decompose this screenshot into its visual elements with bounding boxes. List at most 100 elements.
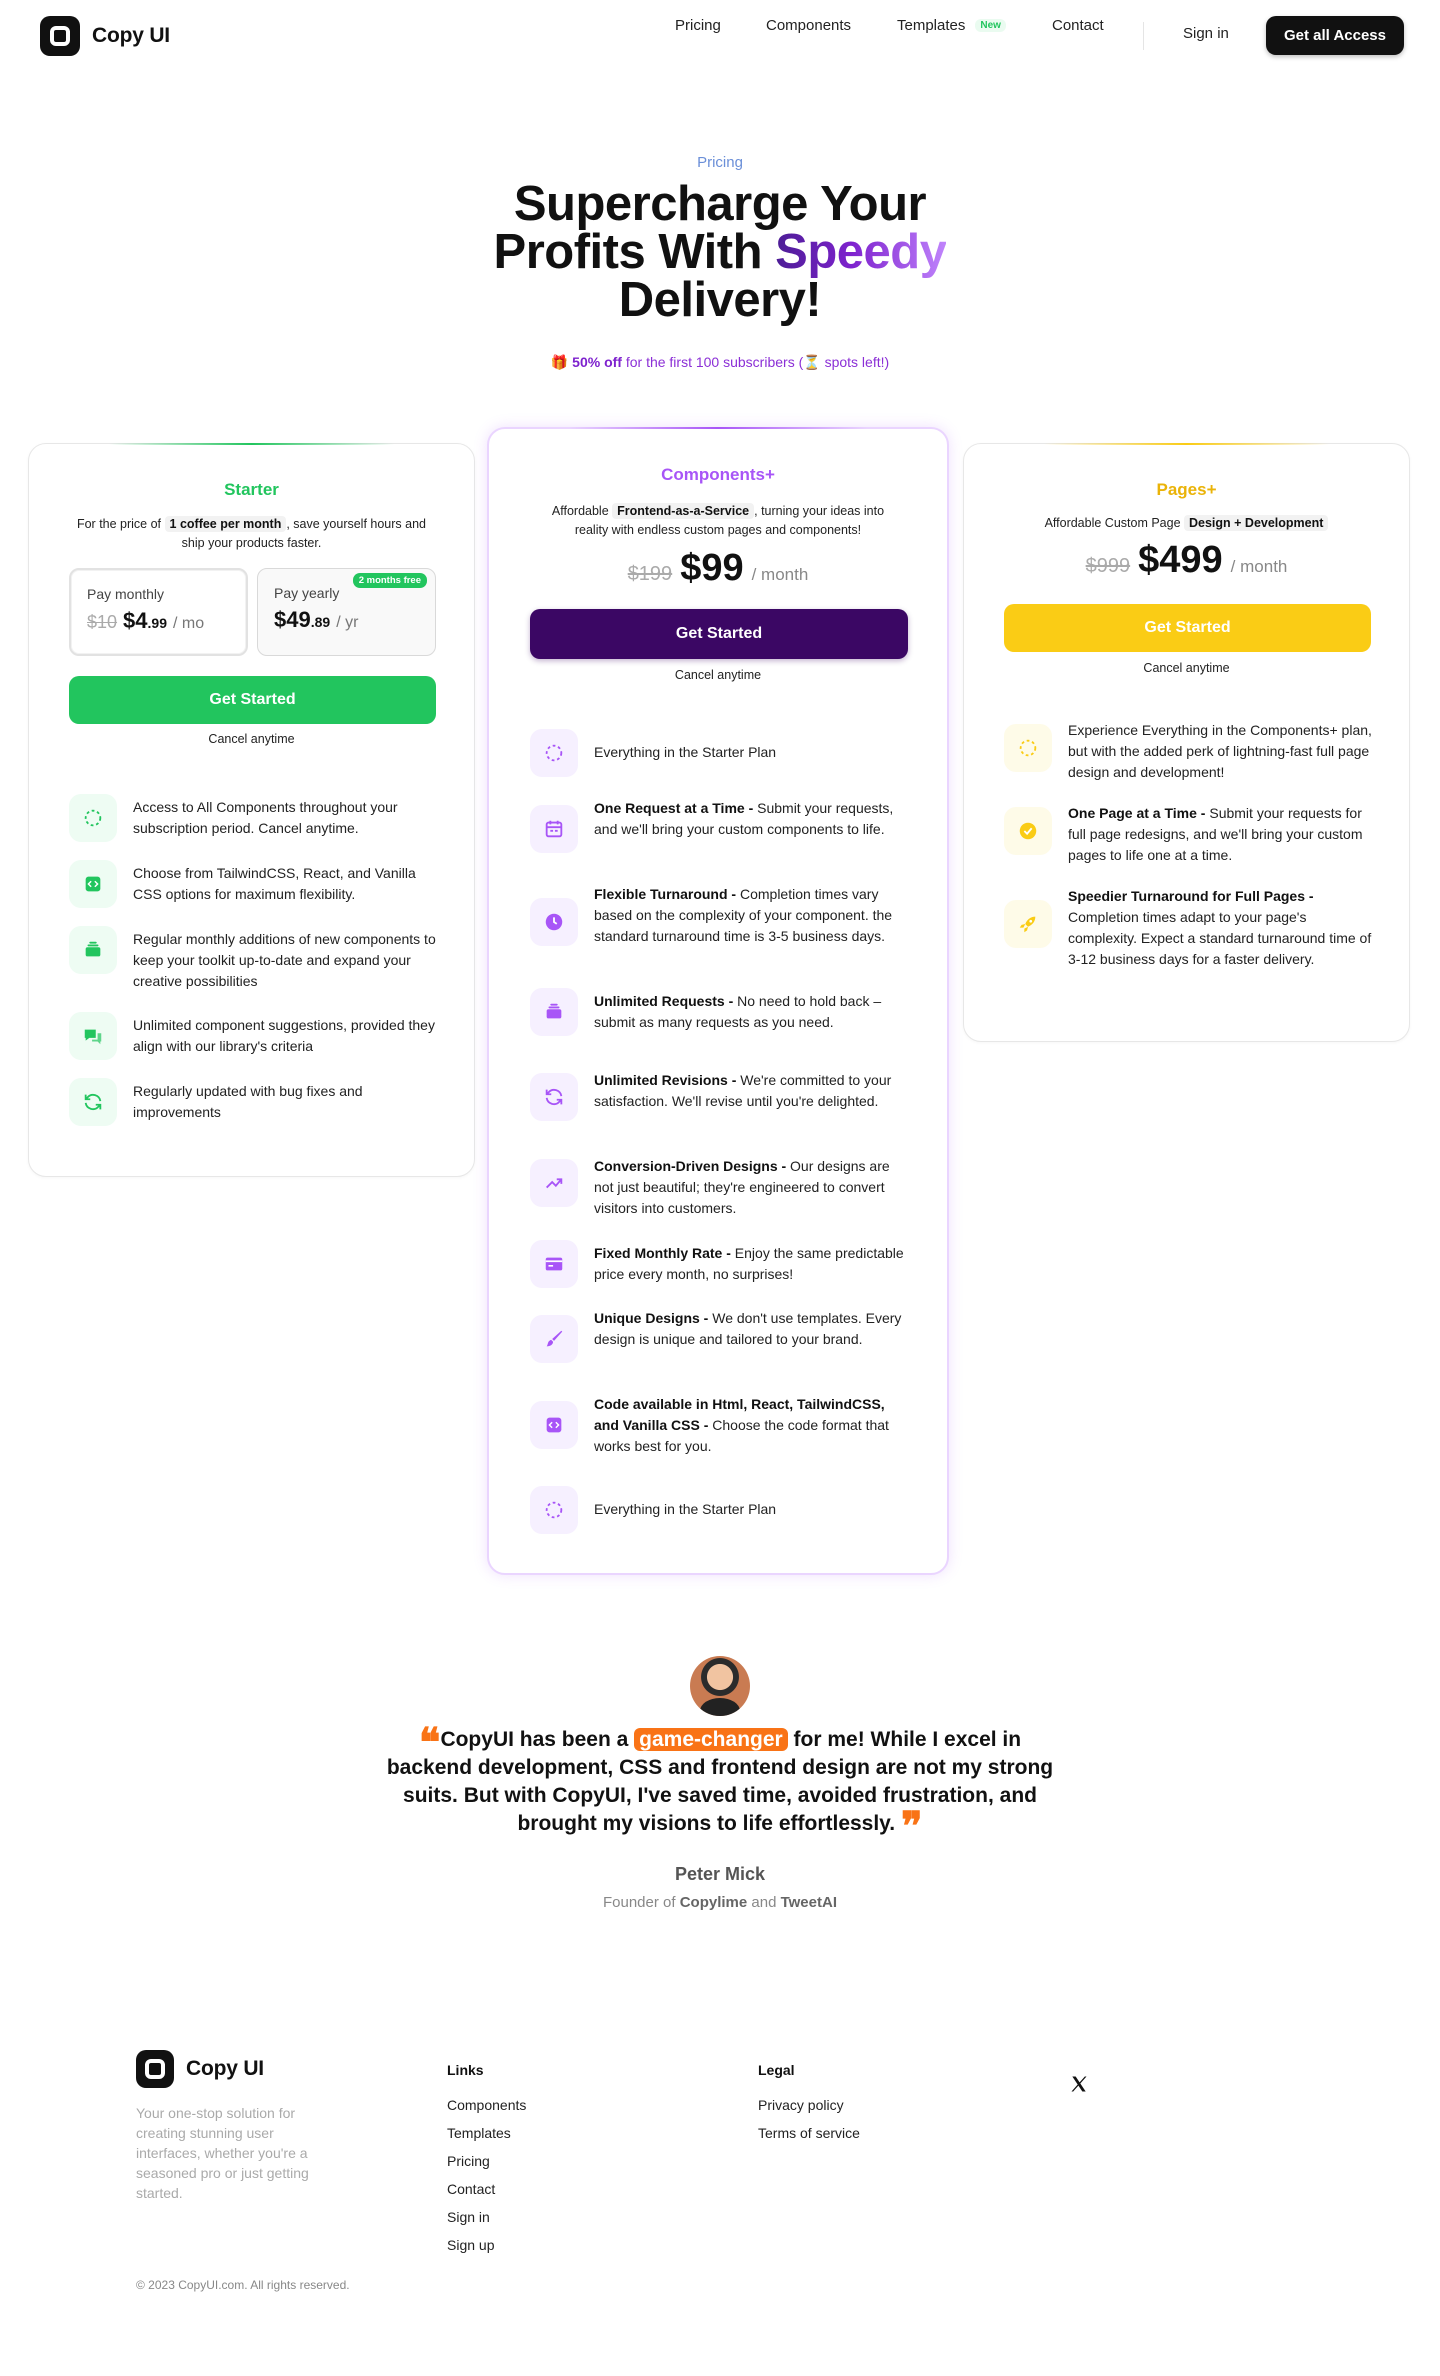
feature-item: Unique Designs - We don't use templates.…: [530, 1305, 907, 1363]
feature-item: Unlimited Revisions - We're committed to…: [530, 1067, 907, 1121]
price-amount: $49: [274, 607, 311, 632]
old-price: $199: [627, 563, 673, 585]
option-price: $49.89 / yr: [274, 607, 419, 633]
feature-item: Conversion-Driven Designs - Our designs …: [530, 1153, 907, 1219]
feature-item: One Request at a Time - Submit your requ…: [530, 795, 907, 853]
dashed-circle-icon: [530, 1486, 578, 1534]
sign-in-link[interactable]: Sign in: [1183, 25, 1229, 42]
feature-body: Completion times adapt to your page's co…: [1068, 909, 1372, 967]
top-navbar: Copy UI Pricing Components Templates New…: [0, 0, 1440, 70]
feature-title: Unlimited Revisions -: [594, 1072, 741, 1088]
cancel-anytime-note: Cancel anytime: [208, 732, 295, 746]
old-price: $10: [87, 612, 118, 632]
footer-link-privacy[interactable]: Privacy policy: [758, 2096, 860, 2114]
pay-yearly-option[interactable]: 2 months free Pay yearly $49.89 / yr: [257, 568, 436, 656]
testimonial-author: Peter Mick: [674, 1864, 766, 1884]
feature-item: Flexible Turnaround - Completion times v…: [530, 881, 907, 947]
feature-text: Regular monthly additions of new compone…: [133, 931, 436, 989]
plan-description: Affordable Custom Page Design + Developm…: [1004, 514, 1369, 533]
plan-name: Pages+: [1156, 480, 1217, 499]
footer-link-sign-in[interactable]: Sign in: [447, 2208, 526, 2226]
brand-logo[interactable]: Copy UI: [40, 16, 170, 56]
feature-item: Access to All Components throughout your…: [69, 794, 444, 842]
price-cents: .99: [147, 615, 167, 631]
price: $49.89: [274, 607, 330, 633]
feature-body: Everything in the Starter Plan: [594, 1501, 777, 1517]
dashed-circle-icon: [69, 794, 117, 842]
plan-description-pill: Frontend-as-a-Service: [612, 503, 755, 519]
nav-link-components[interactable]: Components: [766, 17, 851, 34]
dashed-circle-icon: [1004, 724, 1052, 772]
refresh-icon: [69, 1078, 117, 1126]
rocket-icon: [1004, 900, 1052, 948]
nav-link-pricing[interactable]: Pricing: [675, 17, 721, 34]
x-twitter-icon[interactable]: [1069, 2074, 1089, 2094]
get-all-access-button[interactable]: Get all Access: [1266, 16, 1404, 55]
feature-title: Unlimited Requests -: [594, 993, 738, 1009]
price-row: $999 $499 / month: [964, 539, 1409, 582]
feature-item: Speedier Turnaround for Full Pages - Com…: [1004, 883, 1379, 970]
feature-text: One Page at a Time - Submit your request…: [1068, 800, 1379, 866]
feature-text: Everything in the Starter Plan: [594, 1486, 776, 1520]
feature-text: Experience Everything in the Components+…: [1068, 717, 1379, 783]
pages-plan-card: Pages+ Affordable Custom Page Design + D…: [963, 443, 1410, 1042]
footer-link-sign-up[interactable]: Sign up: [447, 2236, 526, 2254]
footer-link-components[interactable]: Components: [447, 2096, 526, 2114]
footer-link-pricing[interactable]: Pricing: [447, 2152, 526, 2170]
feature-item: Experience Everything in the Components+…: [1004, 717, 1379, 783]
footer-link-contact[interactable]: Contact: [447, 2180, 526, 2198]
footer-link-templates[interactable]: Templates: [447, 2124, 526, 2142]
close-quote-icon: ❞: [900, 1803, 923, 1850]
feature-title: Fixed Monthly Rate -: [594, 1245, 735, 1261]
footer-links-column: Links Components Templates Pricing Conta…: [447, 2062, 526, 2264]
feature-text: Unlimited Revisions - We're committed to…: [594, 1067, 907, 1112]
card-accent-line: [109, 443, 394, 445]
role-text: and: [747, 1894, 781, 1911]
stack-icon: [69, 926, 117, 974]
price-period: / month: [1230, 557, 1288, 576]
starter-get-started-button[interactable]: Get Started: [69, 676, 436, 724]
pay-monthly-option[interactable]: Pay monthly $10 $4.99 / mo: [69, 568, 248, 656]
components-plan-card: Components+ Affordable Frontend-as-a-Ser…: [487, 427, 949, 1575]
plan-description-text: Affordable Custom Page: [1044, 516, 1184, 530]
option-price: $10 $4.99 / mo: [87, 608, 230, 634]
feature-body: Experience Everything in the Components+…: [1068, 722, 1372, 780]
feature-title: One Request at a Time -: [594, 800, 758, 816]
starter-plan-card: Starter For the price of 1 coffee per mo…: [28, 443, 475, 1177]
footer-links-heading: Links: [447, 2062, 484, 2078]
pages-get-started-button[interactable]: Get Started: [1004, 604, 1371, 652]
nav-link-contact[interactable]: Contact: [1052, 17, 1104, 34]
feature-text: Unlimited component suggestions, provide…: [133, 1017, 435, 1054]
feature-item: Everything in the Starter Plan: [530, 1486, 907, 1534]
avatar: [690, 1656, 750, 1716]
title-line-1: Supercharge Your: [513, 177, 927, 231]
feature-item: One Page at a Time - Submit your request…: [1004, 800, 1379, 866]
feature-title: Flexible Turnaround -: [594, 886, 740, 902]
plan-name: Starter: [224, 480, 279, 499]
feature-text: Flexible Turnaround - Completion times v…: [594, 881, 907, 947]
footer-link-terms[interactable]: Terms of service: [758, 2124, 860, 2142]
quote-highlight: game-changer: [634, 1728, 788, 1751]
price-period: / yr: [336, 614, 359, 631]
option-label: Pay monthly: [87, 586, 165, 602]
logo-mark-icon: [136, 2050, 174, 2088]
gift-icon: 🎁: [550, 354, 569, 370]
nav-divider: [1143, 22, 1144, 50]
old-price: $999: [1085, 555, 1131, 577]
footer-logo[interactable]: Copy UI: [136, 2050, 264, 2088]
price: $99: [680, 547, 744, 589]
nav-link-templates[interactable]: Templates New: [897, 17, 1006, 34]
feature-item: Fixed Monthly Rate - Enjoy the same pred…: [530, 1240, 907, 1288]
plan-name: Components+: [661, 465, 775, 484]
feature-title: One Page at a Time -: [1068, 805, 1210, 821]
feature-text: Regularly updated with bug fixes and imp…: [133, 1083, 363, 1120]
code-icon: [69, 860, 117, 908]
dashed-circle-icon: [530, 729, 578, 777]
feature-text: Unique Designs - We don't use templates.…: [594, 1305, 907, 1350]
title-line-3: Delivery!: [618, 273, 822, 327]
feature-title: Conversion-Driven Designs -: [594, 1158, 791, 1174]
components-get-started-button[interactable]: Get Started: [530, 609, 908, 659]
months-free-badge: 2 months free: [352, 573, 427, 588]
cancel-anytime-note: Cancel anytime: [1143, 661, 1230, 675]
pricing-page: Copy UI Pricing Components Templates New…: [0, 0, 1440, 2376]
